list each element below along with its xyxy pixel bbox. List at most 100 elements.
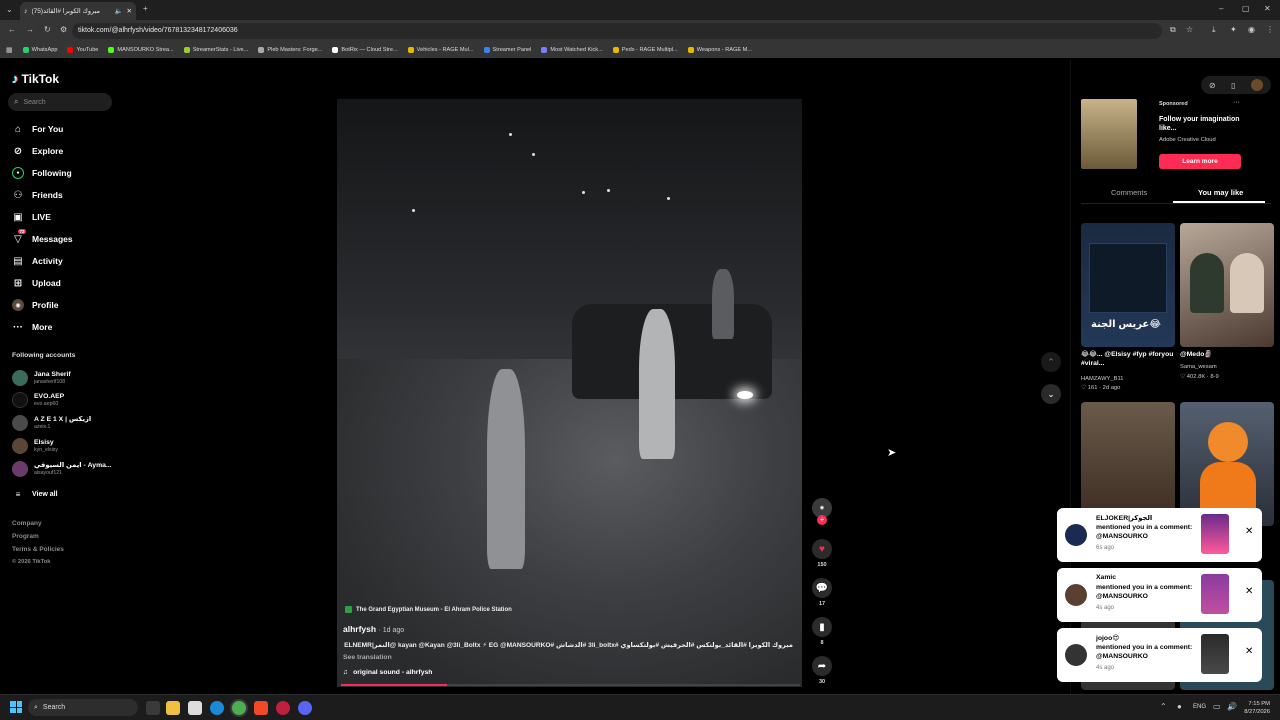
bookmark-item[interactable]: Weapons - RAGE M... [687,47,752,53]
following-account[interactable]: EVO.AEP evo.aep60 [12,392,64,408]
tab-comments[interactable]: Comments [1111,188,1147,197]
notification-toast[interactable]: ELJOKER|الجوكر mentioned you in a commen… [1057,508,1262,562]
nav-for-you[interactable]: ⌂ For You [12,123,63,135]
install-icon[interactable]: ⧉ [1170,26,1176,34]
close-icon[interactable]: ✕ [1245,526,1253,537]
back-icon[interactable]: ← [8,26,16,34]
compass-icon[interactable]: ⊘ [1209,81,1216,90]
start-button[interactable] [10,701,22,713]
card-title[interactable]: @Medo🗿 [1180,350,1213,358]
tiktok-logo[interactable]: ♪ TikTok [12,71,59,86]
sponsored-ad[interactable]: Sponsored ··· Follow your imagination li… [1081,99,1261,175]
bookmark-item[interactable]: Peds - RAGE Multipl... [612,47,678,53]
bookmark-item[interactable]: Most Watched Kick... [541,47,603,53]
brave-icon[interactable] [254,701,268,715]
previous-video-button[interactable]: ⌃ [1041,352,1061,372]
bookmark-item[interactable]: YouTube [67,47,98,53]
nav-upload[interactable]: ⊞ Upload [12,277,61,289]
site-info-icon[interactable]: ⚙ [60,26,67,34]
creator-avatar-button[interactable]: ◉ + [810,498,834,525]
card-title[interactable]: 😂😂... @Elsisy #fyp #foryou #viral... [1081,350,1175,368]
new-tab-button[interactable]: + [143,5,148,13]
download-icon[interactable]: ⤓ [1212,26,1216,34]
bookmark-item[interactable]: Vehicles - RAGE Mul... [407,47,474,53]
file-explorer-icon[interactable] [166,701,180,715]
nav-explore[interactable]: ⊘ Explore [12,145,63,157]
learn-more-button[interactable]: Learn more [1159,154,1241,169]
close-icon[interactable]: ✕ [1245,586,1253,597]
menu-icon[interactable]: ⋮ [1266,26,1274,34]
nav-profile[interactable]: ◉ Profile [12,299,58,311]
bookmark-star-icon[interactable]: ☆ [1186,26,1193,34]
footer-program[interactable]: Program [12,533,39,540]
taskbar-search[interactable]: ⌕ Search [28,699,138,716]
reload-icon[interactable]: ↻ [44,26,51,34]
save-button[interactable]: ▮ 8 [810,617,834,646]
bookmark-item[interactable]: BotRix — Cloud Stre... [332,47,398,53]
bookmark-item[interactable]: MANSOURKO Strea... [108,47,174,53]
minimize-icon[interactable]: – [1219,5,1223,13]
card-author[interactable]: Sama_wesam [1180,364,1217,370]
view-all-link[interactable]: ≡ View all [12,488,58,500]
bookmark-item[interactable]: StreamerStats - Live... [183,47,248,53]
progress-bar[interactable] [341,684,800,686]
notification-toast[interactable]: Xamic mentioned you in a comment: @MANSO… [1057,568,1262,622]
card-author[interactable]: HAMZAWY_B11 [1081,376,1124,382]
video-card[interactable] [1180,223,1274,347]
clock[interactable]: 7:15 PM 8/27/2026 [1242,700,1270,716]
footer-company[interactable]: Company [12,520,42,527]
following-account[interactable]: A Z E 1 X | ازيكس azeix.1 [12,415,91,431]
video-card[interactable]: عريس الجنة😂 [1081,223,1175,347]
tray-chevron-icon[interactable]: ⌃ [1160,703,1167,711]
forward-icon[interactable]: → [26,26,34,34]
audio-icon[interactable]: 🔈 [114,7,122,15]
location-tag[interactable]: The Grand Egyptian Museum - El Ahram Pol… [345,606,512,613]
account-icon[interactable]: ◉ [1248,26,1255,34]
see-translation-link[interactable]: See translation [343,654,392,661]
device-icon[interactable]: ▯ [1231,81,1235,90]
search-box[interactable]: ⌕ Search [8,93,112,111]
profile-avatar[interactable] [1251,79,1264,91]
app-icon[interactable] [276,701,290,715]
nav-activity[interactable]: ▤ Activity [12,255,62,267]
close-icon[interactable]: ✕ [1245,646,1253,657]
comment-button[interactable]: 💬 17 [810,578,834,607]
nav-friends[interactable]: ⚇ Friends [12,189,63,201]
following-account[interactable]: ايمن السيوفي - Ayma... aisayouf121 [12,461,112,477]
network-icon[interactable]: ▭ [1213,703,1221,711]
bookmark-item[interactable]: Streamer Panel [483,47,531,53]
more-options-icon[interactable]: ··· [1233,99,1240,106]
following-account[interactable]: Elsisy kyn_elsisy [12,438,58,454]
tab-close-icon[interactable]: ✕ [127,7,132,15]
discord-icon[interactable] [298,701,312,715]
extensions-icon[interactable]: ✦ [1230,26,1237,34]
tab-you-may-like[interactable]: You may like [1198,188,1243,197]
nav-following[interactable]: ● Following [12,167,72,179]
share-button[interactable]: ➦ 30 [810,656,834,685]
app-icon[interactable] [188,701,202,715]
browser-tab[interactable]: ♪ مبروك الكوبرا #القائد(75) 🔈 ✕ [20,2,136,20]
video-player[interactable]: The Grand Egyptian Museum - El Ahram Pol… [337,99,802,687]
following-account[interactable]: Jana Sherif janasherif108 [12,370,71,386]
follow-plus-icon[interactable]: + [817,515,827,525]
language-indicator[interactable]: ENG [1193,704,1206,710]
url-field[interactable]: tiktok.com/@alhrfysh/video/7678132348172… [72,23,1162,39]
microphone-icon[interactable]: ● [1177,703,1182,711]
video-author[interactable]: alhrfysh · 1d ago [343,624,404,634]
maximize-icon[interactable]: ▢ [1242,5,1250,13]
nav-more[interactable]: ··· More [12,321,52,333]
sound-link[interactable]: ♫ original sound - alhrfysh [343,669,432,676]
task-view-icon[interactable] [146,701,160,715]
bookmark-item[interactable]: WhatsApp [22,47,57,53]
chrome-icon[interactable] [232,701,246,715]
apps-icon[interactable]: ▦ [6,47,13,54]
tab-list-icon[interactable]: ⌄ [6,6,13,14]
footer-terms[interactable]: Terms & Policies [12,546,64,553]
search-input[interactable]: Search [23,99,45,106]
volume-icon[interactable]: 🔊 [1227,703,1237,711]
close-window-icon[interactable]: ✕ [1264,5,1271,13]
next-video-button[interactable]: ⌄ [1041,384,1061,404]
nav-live[interactable]: ▣ LIVE [12,211,51,223]
author-name[interactable]: alhrfysh [343,624,376,634]
edge-icon[interactable] [210,701,224,715]
